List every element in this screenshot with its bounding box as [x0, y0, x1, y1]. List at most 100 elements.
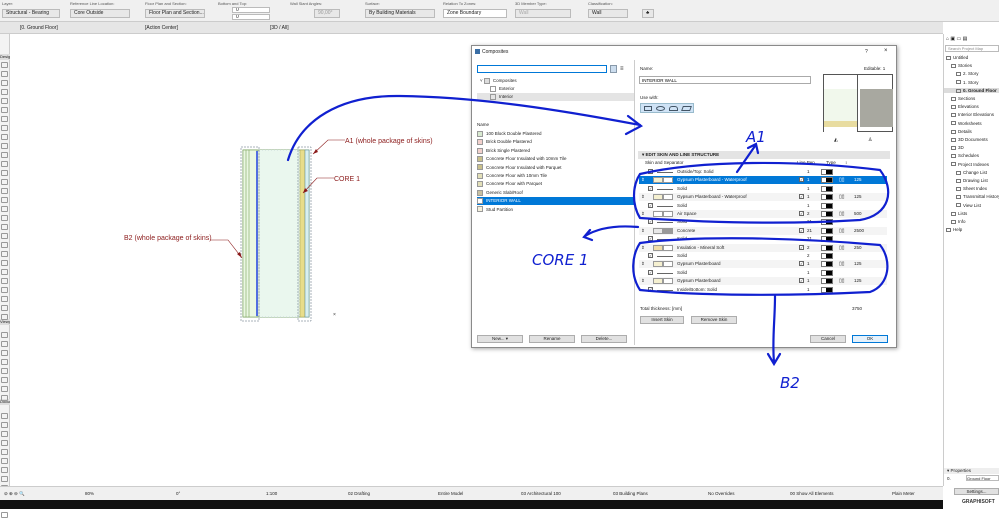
handwritten-b2: B2 [780, 374, 800, 392]
navigator-label: 1. Story [963, 79, 979, 85]
folder-icon [956, 88, 961, 93]
navigator-item[interactable]: Elevations [944, 104, 999, 109]
navigator-label: Schedules [958, 153, 980, 159]
navigator-label: Elevations [958, 104, 979, 110]
navigator-item[interactable]: Interior Elevations [944, 112, 999, 117]
navigator-item[interactable]: 3D Documents [944, 137, 999, 142]
navigator-label: Project Indexes [958, 161, 990, 167]
folder-icon [956, 72, 961, 77]
folder-icon [956, 195, 961, 200]
navigator-item[interactable]: Lists [944, 211, 999, 216]
property-name-field[interactable]: Ground Floor [966, 475, 999, 481]
folder-icon [951, 162, 956, 167]
folder-icon [951, 64, 956, 68]
navigator-label: Lists [958, 210, 968, 216]
handwritten-core: CORE 1 [532, 251, 589, 269]
navigator-label: Sections [958, 96, 976, 101]
navigator-item[interactable]: Details [944, 129, 999, 134]
navigator-label: Sheet Index [963, 186, 988, 192]
navigator-item[interactable]: 1. Story [944, 80, 999, 85]
navigator-label: Transmittal History [963, 194, 999, 200]
arrow-core [582, 225, 640, 242]
arrow-a1 [735, 142, 760, 174]
navigator-label: Info [958, 219, 966, 224]
navigator-item[interactable]: Info [944, 219, 999, 224]
folder-icon [956, 80, 961, 85]
zoom-controls[interactable]: ⊘ ⊕ ⊖ 🔍 [4, 491, 25, 497]
structure-display[interactable]: Entire Model [438, 491, 463, 496]
navigator-label: 3D Documents [958, 137, 988, 142]
folder-icon [951, 105, 956, 109]
handwriting-overlay: A1 CORE 1 B2 [286, 94, 890, 392]
navigator-item[interactable]: Project Indexes [944, 162, 999, 167]
folder-icon [951, 211, 956, 216]
model-view-options[interactable]: 03 Building Plans [613, 491, 648, 496]
renovation-filter[interactable]: 00 Show All Elements [790, 491, 834, 496]
pen-set[interactable]: 03 Architectural 100 [521, 491, 561, 496]
navigator-item[interactable]: 0. Ground Floor [944, 87, 999, 93]
navigator-label: 0. Ground Floor [963, 87, 997, 93]
property-id: 0. [947, 476, 951, 481]
dimension-standard[interactable]: Plain Meter [892, 491, 915, 496]
folder-icon [951, 96, 956, 101]
handwritten-a1: A1 [745, 128, 766, 146]
settings-button[interactable]: Settings... [954, 488, 999, 495]
navigator-item[interactable]: Sections [944, 96, 999, 101]
folder-icon [956, 203, 961, 208]
navigator-label: Stories [958, 63, 973, 69]
folder-icon [951, 137, 956, 142]
folder-icon [951, 146, 956, 150]
navigator-label: Details [958, 128, 972, 134]
arrow-to-dialog [286, 94, 642, 162]
folder-icon [951, 219, 956, 224]
navigator-label: 2. Story [963, 71, 979, 77]
zoom-value[interactable]: 80% [85, 491, 94, 496]
navigator-label: Untitled [953, 55, 969, 60]
taskbar-strip [0, 500, 943, 509]
tool-icon[interactable] [1, 512, 8, 518]
folder-icon [951, 121, 956, 126]
folder-icon [956, 178, 961, 183]
circle-a1 [632, 161, 890, 224]
navigator-item[interactable]: Change List [944, 170, 999, 175]
navigator-item[interactable]: Worksheets [944, 121, 999, 126]
folder-icon [946, 55, 951, 60]
navigator-item[interactable]: Drawing List [944, 178, 999, 183]
folder-icon [951, 154, 956, 159]
folder-icon [956, 187, 961, 191]
navigator-label: Worksheets [958, 120, 982, 126]
project-navigator: ⌂ ▣ ▭ ▤ Search Project Map Untitled Stori… [943, 34, 999, 505]
navigator-label: Help [953, 227, 963, 233]
navigator-label: View List [963, 202, 981, 208]
navigator-label: Drawing List [963, 178, 988, 183]
navigator-item[interactable]: Transmittal History [944, 194, 999, 199]
navigator-item[interactable]: 3D [944, 145, 999, 150]
arrow-head-dialog [624, 114, 644, 136]
folder-icon [956, 170, 961, 175]
scale-value[interactable]: 1:100 [266, 491, 277, 496]
graphic-overrides[interactable]: No Overrides [708, 491, 735, 496]
folder-icon [951, 129, 956, 134]
navigator-item[interactable]: Sheet Index [944, 186, 999, 191]
layer-combination[interactable]: 02 Drafting [348, 491, 370, 496]
folder-icon [951, 113, 956, 118]
arrow-b2 [766, 294, 782, 367]
navigator-item[interactable]: Untitled [944, 55, 999, 60]
navigator-item[interactable]: Help [944, 227, 999, 232]
navigator-item[interactable]: Schedules [944, 153, 999, 158]
rotation-value[interactable]: 0° [176, 491, 180, 496]
navigator-label: Interior Elevations [958, 112, 995, 118]
navigator-label: 3D [958, 145, 964, 151]
project-map-search[interactable]: Search Project Map [945, 45, 999, 52]
circle-b2 [632, 237, 889, 296]
properties-header[interactable]: ▾ Properties [944, 468, 999, 474]
navigator-item[interactable]: View List [944, 203, 999, 208]
graphisoft-logo: GRAPHISOFT [962, 499, 995, 505]
navigator-item[interactable]: 2. Story [944, 71, 999, 76]
navigator-label: Change List [963, 169, 988, 175]
properties-label: Properties [950, 468, 972, 473]
status-bar: ⊘ ⊕ ⊖ 🔍 80% 0° 1:100 02 Drafting Entire … [0, 486, 943, 500]
folder-icon [946, 228, 951, 232]
navigator-item[interactable]: Stories [944, 63, 999, 68]
navigator-view-icons[interactable]: ⌂ ▣ ▭ ▤ [946, 36, 998, 43]
